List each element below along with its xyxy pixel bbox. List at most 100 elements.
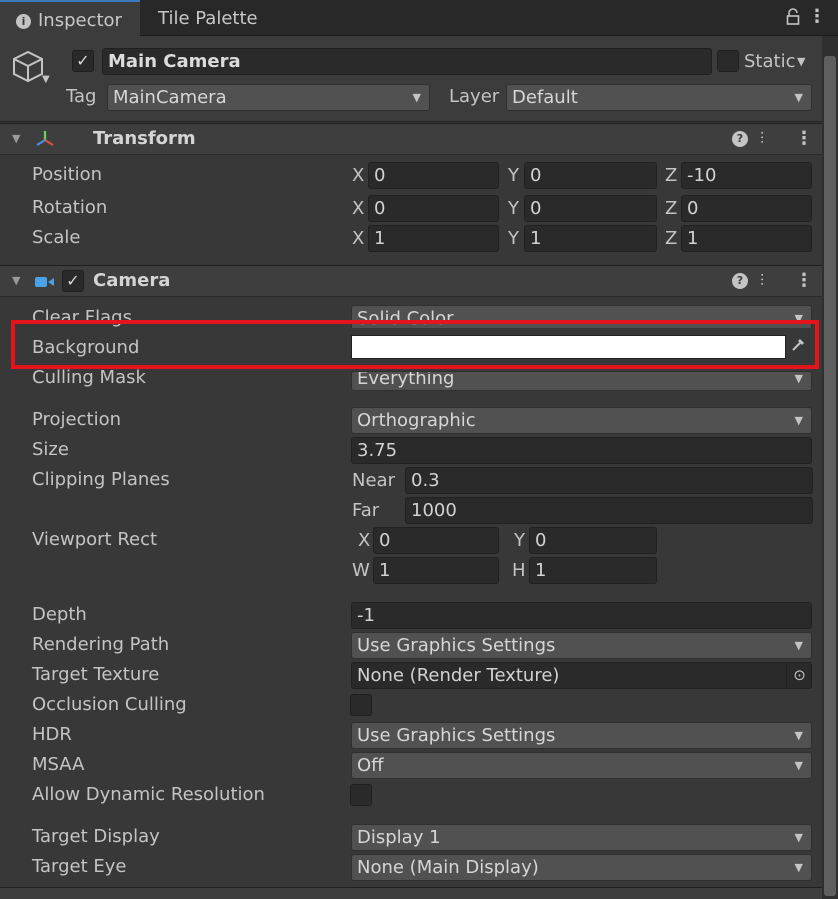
- clipping-planes-label: Clipping Planes: [32, 469, 170, 490]
- rotation-label: Rotation: [32, 197, 108, 218]
- near-field[interactable]: 0.3: [405, 467, 813, 494]
- chevron-down-icon: ▼: [794, 91, 803, 104]
- msaa-dropdown[interactable]: Off ▼: [351, 752, 812, 779]
- axis-x-label[interactable]: X: [352, 162, 364, 189]
- transform-foldout-icon[interactable]: ▼: [12, 123, 20, 155]
- scale-z-field[interactable]: 1: [681, 225, 812, 252]
- axis-z-label[interactable]: Z: [665, 162, 677, 189]
- transform-title: Transform: [93, 128, 196, 149]
- target-texture-field[interactable]: None (Render Texture): [351, 662, 812, 689]
- chevron-down-icon: ▼: [794, 414, 803, 427]
- axis-z-label[interactable]: Z: [665, 225, 677, 252]
- tab-inspector-label: Inspector: [38, 10, 122, 31]
- presets-icon[interactable]: ⫶: [760, 123, 764, 155]
- tab-tile-palette-label: Tile Palette: [158, 8, 258, 29]
- static-label[interactable]: Static: [744, 48, 795, 75]
- camera-title: Camera: [93, 270, 171, 291]
- viewport-w-label[interactable]: W: [352, 557, 370, 584]
- object-name-field[interactable]: Main Camera: [102, 48, 712, 75]
- camera-foldout-icon[interactable]: ▼: [12, 265, 20, 297]
- chevron-down-icon: ▼: [794, 639, 803, 652]
- camera-icon: [35, 274, 55, 288]
- object-picker-icon[interactable]: ⊙: [786, 662, 812, 689]
- rendering-path-dropdown[interactable]: Use Graphics Settings ▼: [351, 632, 812, 659]
- tab-tile-palette[interactable]: Tile Palette: [158, 0, 258, 36]
- next-component-header[interactable]: [0, 887, 822, 899]
- rotation-y-field[interactable]: 0: [524, 195, 657, 222]
- scale-x-field[interactable]: 1: [368, 225, 499, 252]
- tag-label: Tag: [66, 86, 97, 107]
- viewport-h-field[interactable]: 1: [529, 557, 657, 584]
- axis-x-label[interactable]: X: [352, 225, 364, 252]
- lock-icon[interactable]: [786, 8, 800, 26]
- target-display-value: Display 1: [357, 827, 441, 848]
- rotation-z-field[interactable]: 0: [681, 195, 812, 222]
- scrollbar-thumb[interactable]: [824, 56, 836, 896]
- active-checkbox[interactable]: ✓: [72, 50, 94, 72]
- axis-z-label[interactable]: Z: [665, 195, 677, 222]
- scale-label: Scale: [32, 227, 81, 248]
- static-checkbox[interactable]: [717, 50, 739, 72]
- projection-label: Projection: [32, 409, 122, 430]
- cube-dropdown-arrow-icon[interactable]: ▼: [42, 74, 50, 85]
- target-eye-dropdown[interactable]: None (Main Display) ▼: [351, 854, 812, 881]
- component-menu-icon[interactable]: ⋮: [795, 265, 813, 297]
- cube-icon: [12, 50, 46, 88]
- culling-mask-dropdown[interactable]: Everything ▼: [351, 371, 812, 391]
- size-field[interactable]: 3.75: [351, 437, 812, 464]
- hdr-label: HDR: [32, 724, 72, 745]
- chevron-down-icon: ▼: [794, 861, 803, 874]
- position-label: Position: [32, 164, 103, 185]
- hdr-dropdown[interactable]: Use Graphics Settings ▼: [351, 722, 812, 749]
- chevron-down-icon: ▼: [794, 759, 803, 772]
- position-y-field[interactable]: 0: [524, 162, 657, 189]
- viewport-w-field[interactable]: 1: [373, 557, 499, 584]
- depth-field[interactable]: -1: [351, 602, 812, 629]
- occlusion-culling-checkbox[interactable]: [350, 694, 372, 716]
- occlusion-culling-label: Occlusion Culling: [32, 694, 187, 715]
- rendering-path-value: Use Graphics Settings: [357, 635, 556, 656]
- rotation-x-field[interactable]: 0: [368, 195, 499, 222]
- viewport-h-label[interactable]: H: [512, 557, 526, 584]
- msaa-value: Off: [357, 755, 384, 776]
- hdr-value: Use Graphics Settings: [357, 725, 556, 746]
- help-icon[interactable]: ?: [732, 131, 748, 147]
- viewport-rect-label: Viewport Rect: [32, 529, 158, 550]
- msaa-label: MSAA: [32, 754, 85, 775]
- axis-x-label[interactable]: X: [352, 195, 364, 222]
- viewport-y-label[interactable]: Y: [514, 527, 525, 554]
- static-dropdown-arrow-icon[interactable]: ▼: [797, 48, 805, 75]
- tab-menu-icon[interactable]: ⋮: [808, 6, 826, 28]
- layer-dropdown[interactable]: Default ▼: [506, 84, 812, 111]
- far-label[interactable]: Far: [352, 497, 379, 524]
- tab-inspector[interactable]: i Inspector: [0, 0, 140, 36]
- scale-y-field[interactable]: 1: [524, 225, 657, 252]
- culling-mask-value: Everything: [357, 371, 455, 389]
- far-field[interactable]: 1000: [405, 497, 813, 524]
- target-texture-value: None (Render Texture): [357, 665, 560, 686]
- chevron-down-icon: ▼: [412, 91, 421, 104]
- near-label[interactable]: Near: [352, 467, 395, 494]
- layer-label: Layer: [449, 86, 500, 107]
- presets-icon[interactable]: ⫶: [760, 265, 764, 297]
- help-icon[interactable]: ?: [732, 273, 748, 289]
- info-icon: i: [16, 14, 31, 29]
- position-x-field[interactable]: 0: [368, 162, 499, 189]
- viewport-x-label[interactable]: X: [358, 527, 370, 554]
- axis-y-label[interactable]: Y: [508, 162, 519, 189]
- projection-dropdown[interactable]: Orthographic ▼: [351, 407, 812, 434]
- viewport-y-field[interactable]: 0: [529, 527, 657, 554]
- transform-axes-icon: [34, 129, 56, 149]
- dynamic-resolution-checkbox[interactable]: [350, 784, 372, 806]
- target-texture-label: Target Texture: [32, 664, 160, 685]
- position-z-field[interactable]: -10: [681, 162, 812, 189]
- viewport-x-field[interactable]: 0: [373, 527, 499, 554]
- axis-y-label[interactable]: Y: [508, 225, 519, 252]
- chevron-down-icon: ▼: [794, 729, 803, 742]
- axis-y-label[interactable]: Y: [508, 195, 519, 222]
- camera-enabled-checkbox[interactable]: ✓: [62, 270, 84, 292]
- target-eye-value: None (Main Display): [357, 857, 539, 878]
- tag-dropdown[interactable]: MainCamera ▼: [107, 84, 430, 111]
- component-menu-icon[interactable]: ⋮: [795, 123, 813, 155]
- target-display-dropdown[interactable]: Display 1 ▼: [351, 824, 812, 851]
